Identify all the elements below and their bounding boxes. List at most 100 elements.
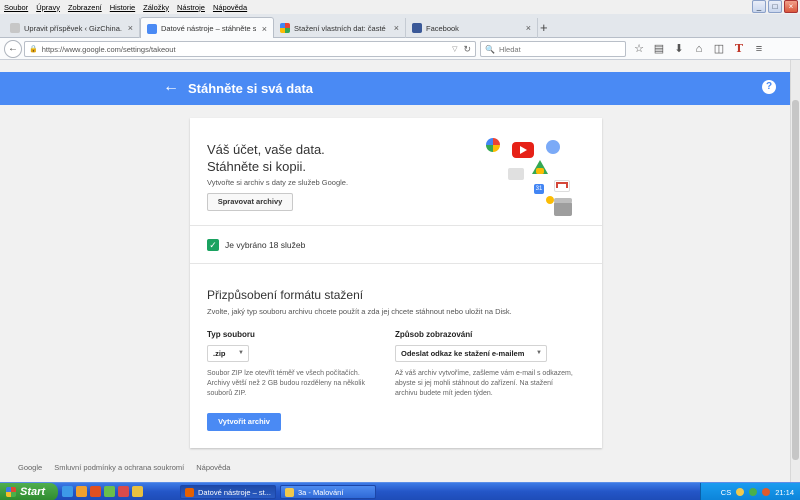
toolbar-icons: ☆ ▤ ⬇ ⌂ ◫ T ≡ (632, 41, 766, 57)
tray-icon[interactable] (762, 488, 771, 496)
tray-icon[interactable] (736, 488, 745, 496)
explorer-icon[interactable] (76, 486, 87, 497)
tab-label: Datové nástroje – stáhněte si... (161, 24, 256, 33)
profile-card-icon (508, 168, 524, 180)
home-icon[interactable]: ⌂ (692, 41, 706, 57)
page-footer: Google Smluvní podmínky a ochrana soukro… (18, 463, 230, 472)
taskbar-firefox[interactable]: Datové nástroje – st... (180, 485, 276, 499)
menu-tools[interactable]: Nástroje (177, 3, 205, 12)
contacts-icon (546, 140, 560, 154)
menu-icon[interactable]: ≡ (752, 41, 766, 57)
ie-icon[interactable] (62, 486, 73, 497)
close-tab-icon[interactable]: × (262, 24, 267, 34)
google-favicon-icon (147, 23, 157, 34)
hero-title: Váš účet, vaše data. Stáhněte si kopii. (207, 141, 325, 175)
navigation-bar: ← 🔒 https://www.google.com/settings/take… (0, 38, 800, 60)
downloads-icon[interactable]: ⬇ (672, 41, 686, 57)
pocket-icon[interactable]: ◫ (712, 41, 726, 57)
help-icon[interactable]: ? (762, 80, 776, 94)
file-type-value: .zip (213, 349, 226, 358)
search-placeholder: Hledat (498, 44, 521, 54)
tab-bar: Upravit příspěvek ‹ GizChina.cz – ... × … (0, 14, 800, 39)
back-button[interactable]: ← (4, 40, 22, 58)
page-content: ← Stáhněte si svá data ? Váš účet, vaše … (0, 60, 790, 482)
new-tab-button[interactable]: + (540, 20, 548, 35)
taskbar-paint[interactable]: 3a - Malování (280, 485, 376, 499)
file-type-select[interactable]: .zip ▼ (207, 345, 249, 362)
addon-t-icon[interactable]: T (732, 41, 746, 57)
task-label: 3a - Malování (298, 487, 344, 497)
google-favicon-icon (280, 23, 290, 33)
selected-services-label: Je vybráno 18 služeb (225, 240, 306, 250)
divider (190, 263, 602, 264)
calendar-icon: 31 (534, 184, 544, 194)
gmail-m-icon (556, 182, 568, 188)
menu-file[interactable]: Soubor (4, 3, 28, 12)
chevron-down-icon: ▼ (536, 350, 542, 356)
check-icon[interactable]: ✓ (207, 239, 219, 251)
search-icon: 🔍 (485, 44, 495, 54)
close-window-button[interactable]: × (784, 0, 798, 13)
manage-archives-button[interactable]: Spravovat archivy (207, 193, 293, 211)
facebook-favicon-icon (412, 23, 422, 33)
wordpress-favicon-icon (10, 23, 20, 33)
windows-logo-icon (6, 487, 16, 497)
tab-label: Stažení vlastních dat: časté d... (294, 23, 388, 33)
bookmark-star-icon[interactable]: ☆ (632, 41, 646, 57)
minimize-button[interactable]: _ (752, 0, 766, 13)
app-icon[interactable] (132, 486, 143, 497)
back-arrow-icon[interactable]: ← (163, 78, 179, 96)
page-scrollbar[interactable] (790, 60, 800, 482)
close-tab-icon[interactable]: × (128, 23, 133, 33)
help-line: Archivy větší než 2 GB budou rozděleny n… (207, 380, 365, 387)
start-button[interactable]: Start (0, 483, 58, 500)
chevron-down-icon: ▼ (238, 350, 244, 356)
footer-help-link[interactable]: Nápověda (196, 463, 230, 472)
url-text[interactable]: https://www.google.com/settings/takeout (42, 45, 452, 54)
search-input[interactable]: 🔍 Hledat (480, 41, 626, 57)
selected-services-row[interactable]: ✓ Je vybráno 18 služeb (207, 239, 305, 251)
window-controls: _ □ × (752, 0, 798, 13)
url-bar[interactable]: 🔒 https://www.google.com/settings/takeou… (24, 41, 476, 57)
create-archive-button[interactable]: Vytvořit archiv (207, 413, 281, 431)
tray-icon[interactable] (749, 488, 758, 496)
help-line: Až váš archiv vytvoříme, zašleme vám e-m… (395, 370, 573, 377)
tab-gizchina[interactable]: Upravit příspěvek ‹ GizChina.cz – ... × (4, 18, 140, 38)
url-dropdown-icon[interactable]: ▽ (452, 45, 457, 53)
menu-bookmarks[interactable]: Záložky (143, 3, 169, 12)
tab-label: Upravit příspěvek ‹ GizChina.cz – ... (24, 23, 122, 33)
tab-takeout-faq[interactable]: Stažení vlastních dat: časté d... × (274, 18, 406, 38)
task-label: Datové nástroje – st... (198, 487, 271, 497)
file-type-title: Typ souboru (207, 330, 255, 339)
tab-facebook[interactable]: Facebook × (406, 18, 538, 38)
firefox-quicklaunch-icon[interactable] (90, 486, 101, 497)
paint-icon (285, 487, 294, 497)
tab-label: Facebook (426, 23, 459, 33)
help-line: souborů ZIP. (207, 390, 247, 397)
language-indicator[interactable]: CS (721, 488, 731, 497)
reload-icon[interactable]: ↻ (463, 44, 471, 55)
menu-edit[interactable]: Úpravy (36, 3, 60, 12)
delivery-method-select[interactable]: Odeslat odkaz ke stažení e-mailem ▼ (395, 345, 547, 362)
app-icon[interactable] (104, 486, 115, 497)
format-description: Zvolte, jaký typ souboru archivu chcete … (207, 307, 512, 316)
menu-history[interactable]: Historie (110, 3, 135, 12)
tab-takeout[interactable]: Datové nástroje – stáhněte si... × (140, 17, 274, 39)
footer-terms-link[interactable]: Smluvní podmínky a ochrana soukromí (54, 463, 184, 472)
hero-line-2: Stáhněte si kopii. (207, 159, 307, 174)
menu-view[interactable]: Zobrazení (68, 3, 102, 12)
footer-google-link[interactable]: Google (18, 463, 42, 472)
reading-list-icon[interactable]: ▤ (652, 41, 666, 57)
help-line: archivu budete mít jeden týden. (395, 390, 493, 397)
close-tab-icon[interactable]: × (394, 23, 399, 33)
drive-accent-icon (536, 168, 544, 174)
app-icon[interactable] (118, 486, 129, 497)
menu-help[interactable]: Nápověda (213, 3, 247, 12)
taskbar: Start Datové nástroje – st... 3a - Malov… (0, 482, 800, 500)
scrollbar-thumb[interactable] (792, 100, 799, 460)
picasa-icon (486, 138, 500, 152)
keep-icon (546, 196, 554, 204)
menu-bar: Soubor Úpravy Zobrazení Historie Záložky… (0, 0, 800, 14)
maximize-button[interactable]: □ (768, 0, 782, 13)
close-tab-icon[interactable]: × (526, 23, 531, 33)
